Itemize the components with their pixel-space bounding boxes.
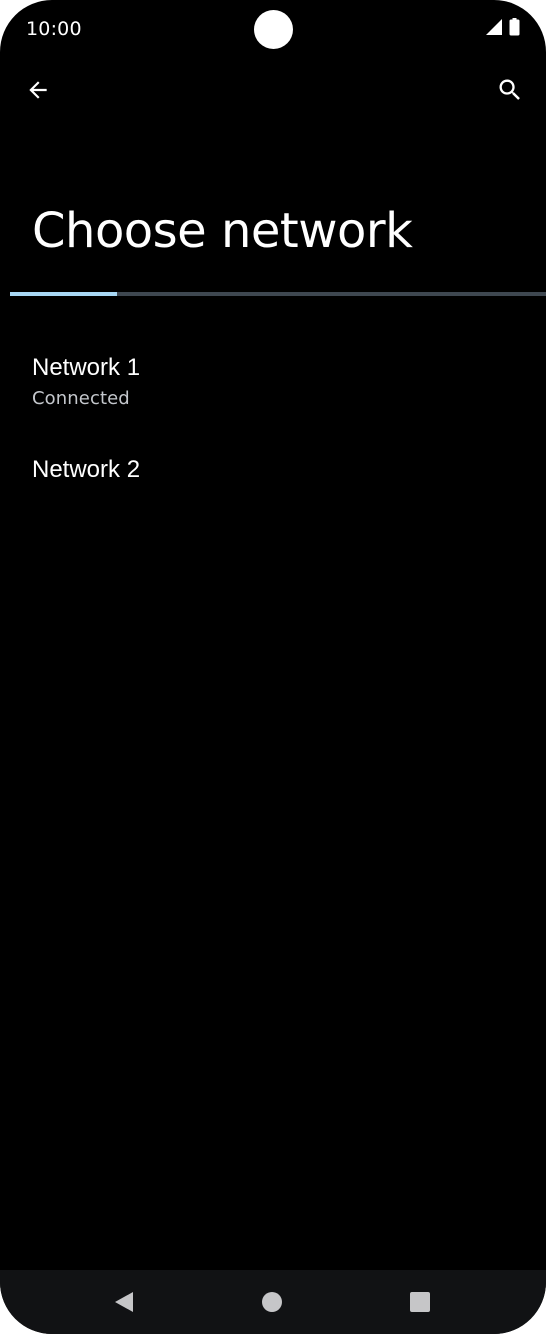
loading-progress-bar [10,292,546,296]
battery-icon [509,17,520,41]
search-button[interactable] [488,70,532,114]
nav-recents-icon[interactable] [410,1292,430,1312]
top-app-bar [0,62,546,122]
network-item-2[interactable]: Network 2 [0,442,546,502]
status-time: 10:00 [26,18,82,40]
phone-screen: 10:00 Choose network Network 1 Connected… [0,0,546,1334]
navigation-bar [0,1270,546,1334]
network-status: Connected [32,387,130,409]
camera-cutout [254,10,293,49]
progress-fill [10,292,118,296]
network-name: Network 1 [32,354,141,381]
arrow-left-icon [25,77,51,108]
page-title: Choose network [32,203,413,259]
nav-back-icon[interactable] [112,1290,136,1314]
cellular-signal-icon [485,18,503,41]
back-button[interactable] [16,70,60,114]
status-bar: 10:00 [0,0,546,60]
status-icons [485,17,520,41]
search-icon [496,76,524,109]
network-name: Network 2 [32,456,141,483]
network-item-1[interactable]: Network 1 Connected [0,340,546,430]
nav-home-icon[interactable] [262,1292,282,1312]
